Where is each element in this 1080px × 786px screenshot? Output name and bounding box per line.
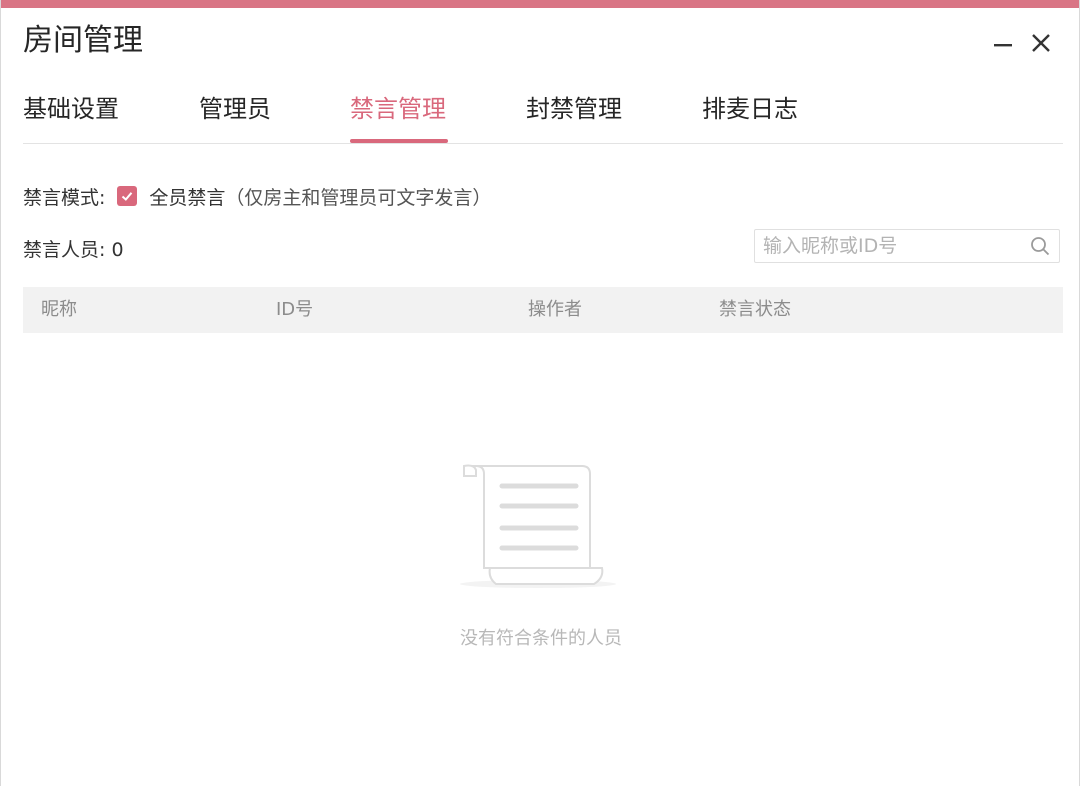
mute-mode-row: 禁言模式: 全员禁言 （仅房主和管理员可文字发言）	[23, 180, 491, 212]
mute-all-checkbox[interactable]	[117, 186, 138, 206]
tabs-divider	[23, 143, 1063, 144]
muted-count: 禁言人员: 0	[23, 238, 124, 261]
minimize-icon	[994, 44, 1012, 47]
search-box	[754, 229, 1060, 263]
search-input[interactable]	[763, 230, 1013, 262]
mute-all-hint: （仅房主和管理员可文字发言）	[225, 186, 492, 209]
checkmark-icon	[122, 192, 133, 201]
close-icon	[1032, 34, 1050, 52]
tab-basic-settings[interactable]: 基础设置	[23, 92, 119, 126]
mute-mode-label: 禁言模式:	[23, 186, 106, 209]
table-header: 昵称 ID号 操作者 禁言状态	[23, 287, 1063, 333]
tab-ban-management[interactable]: 封禁管理	[526, 92, 622, 126]
empty-state-text: 没有符合条件的人员	[460, 628, 622, 649]
tab-administrators[interactable]: 管理员	[199, 92, 271, 126]
tab-mic-queue-log[interactable]: 排麦日志	[702, 92, 798, 126]
close-button[interactable]	[1027, 28, 1055, 56]
search-icon[interactable]	[1029, 235, 1051, 257]
column-id: ID号	[276, 299, 314, 320]
room-management-window: 房间管理 基础设置 管理员 禁言管理 封禁管理 排麦日志 禁言模式: 全员禁言 …	[0, 0, 1080, 786]
window-top-accent	[1, 0, 1079, 8]
column-nickname: 昵称	[41, 299, 77, 320]
tab-bar: 基础设置 管理员 禁言管理 封禁管理 排麦日志	[1, 88, 1079, 144]
tab-mute-management[interactable]: 禁言管理	[350, 92, 446, 126]
minimize-button[interactable]	[989, 28, 1017, 56]
column-operator: 操作者	[528, 299, 582, 320]
column-mute-status: 禁言状态	[719, 299, 791, 320]
window-title: 房间管理	[23, 23, 143, 58]
mute-all-option-label[interactable]: 全员禁言	[149, 183, 225, 210]
scroll-icon	[460, 464, 616, 588]
